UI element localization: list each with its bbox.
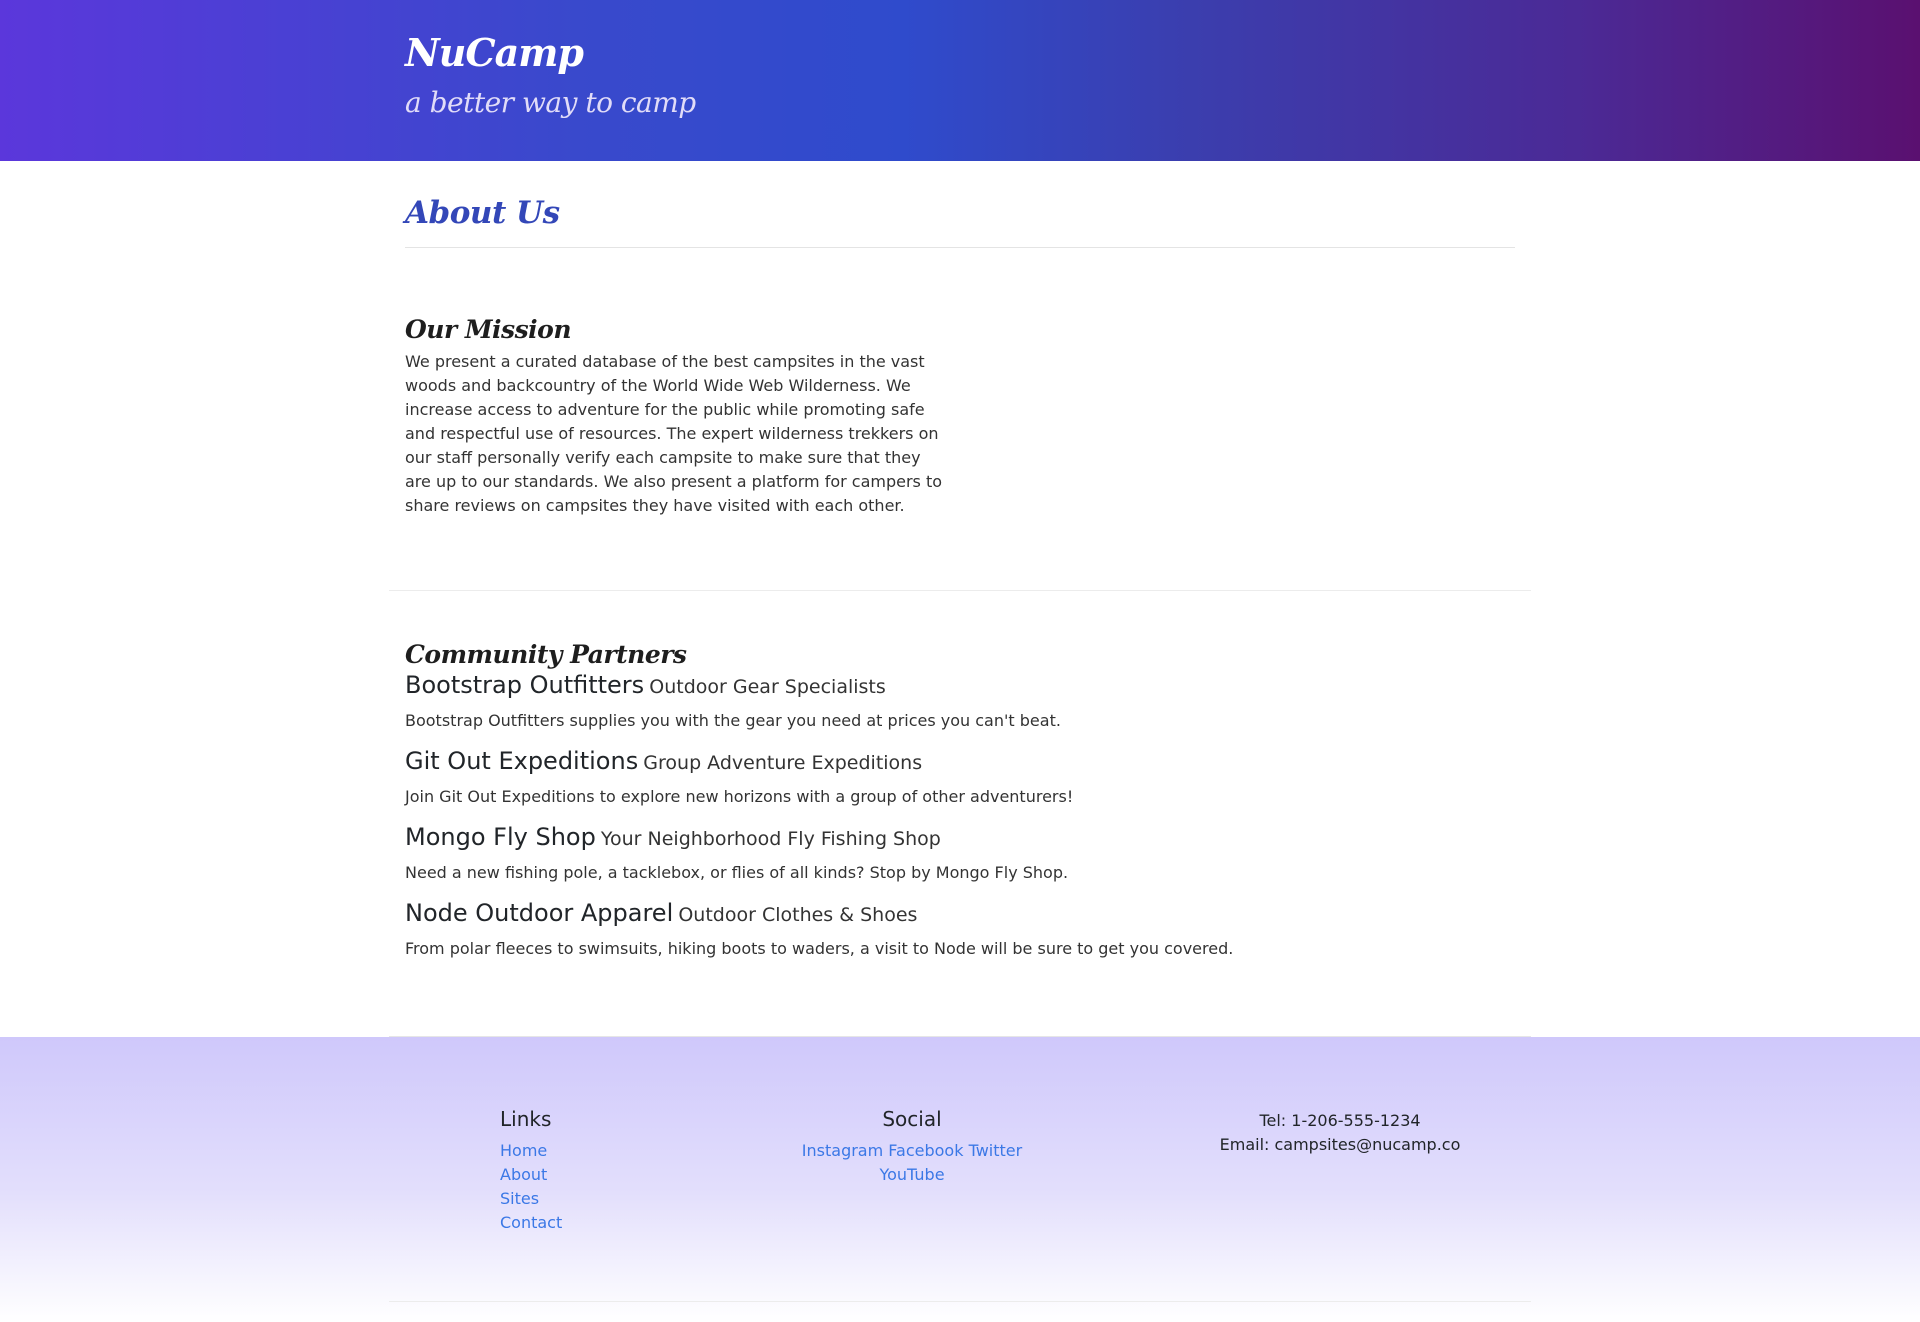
brand-title: NuCamp <box>405 30 584 75</box>
page-title: About Us <box>405 195 560 231</box>
social-link-facebook[interactable]: Facebook <box>888 1141 963 1160</box>
partner-item: Git Out Expeditions Group Adventure Expe… <box>405 747 1515 809</box>
footer-social: Social Instagram Facebook Twitter YouTub… <box>774 1107 1050 1187</box>
partner-description: Need a new fishing pole, a tacklebox, or… <box>405 863 1069 882</box>
mission-text: We present a curated database of the bes… <box>405 352 943 515</box>
partner-name: Node Outdoor Apparel <box>405 899 674 927</box>
partner-subtitle: Outdoor Gear Specialists <box>649 676 886 698</box>
social-links-row: Instagram Facebook Twitter YouTube <box>774 1139 1050 1187</box>
main-content: About Us Our Mission We present a curate… <box>389 161 1531 1037</box>
contact-email: Email: campsites@nucamp.co <box>1219 1135 1461 1154</box>
social-link-youtube[interactable]: YouTube <box>879 1165 944 1184</box>
footer-bottom-divider <box>389 1301 1531 1302</box>
title-divider <box>405 247 1515 248</box>
brand-tagline: a better way to camp <box>405 86 696 119</box>
partner-item: Mongo Fly Shop Your Neighborhood Fly Fis… <box>405 823 1515 885</box>
footer-link-sites[interactable]: Sites <box>500 1187 562 1211</box>
partner-description: Join Git Out Expeditions to explore new … <box>405 787 1074 806</box>
footer-social-heading: Social <box>882 1107 942 1131</box>
footer-link-about[interactable]: About <box>500 1163 562 1187</box>
site-footer: Links Home About Sites Contact Social In… <box>0 1037 1920 1322</box>
partner-name: Git Out Expeditions <box>405 747 639 775</box>
site-header: NuCamp a better way to camp <box>0 0 1920 161</box>
contact-tel: Tel: 1-206-555-1234 <box>1259 1111 1421 1130</box>
footer-links: Links Home About Sites Contact <box>500 1107 562 1235</box>
social-link-instagram[interactable]: Instagram <box>802 1141 883 1160</box>
partner-name: Bootstrap Outfitters <box>405 671 645 699</box>
partner-item: Bootstrap Outfitters Outdoor Gear Specia… <box>405 671 1515 733</box>
mission-heading: Our Mission <box>405 315 572 344</box>
partner-subtitle: Group Adventure Expeditions <box>643 752 923 774</box>
footer-link-home[interactable]: Home <box>500 1139 562 1163</box>
partner-item: Node Outdoor Apparel Outdoor Clothes & S… <box>405 899 1515 961</box>
section-divider <box>389 590 1531 591</box>
partner-subtitle: Outdoor Clothes & Shoes <box>678 904 918 926</box>
partner-description: Bootstrap Outfitters supplies you with t… <box>405 711 1061 730</box>
footer-contact: Tel: 1-206-555-1234 Email: campsites@nuc… <box>1190 1109 1490 1157</box>
partners-section: Community Partners Bootstrap Outfitters … <box>405 640 1515 961</box>
partner-description: From polar fleeces to swimsuits, hiking … <box>405 939 1234 958</box>
footer-link-contact[interactable]: Contact <box>500 1211 562 1235</box>
partner-name: Mongo Fly Shop <box>405 823 596 851</box>
footer-links-heading: Links <box>500 1107 552 1131</box>
mission-section: Our Mission We present a curated databas… <box>405 315 950 518</box>
partner-subtitle: Your Neighborhood Fly Fishing Shop <box>600 828 941 850</box>
social-link-twitter[interactable]: Twitter <box>969 1141 1023 1160</box>
partners-heading: Community Partners <box>405 640 687 669</box>
